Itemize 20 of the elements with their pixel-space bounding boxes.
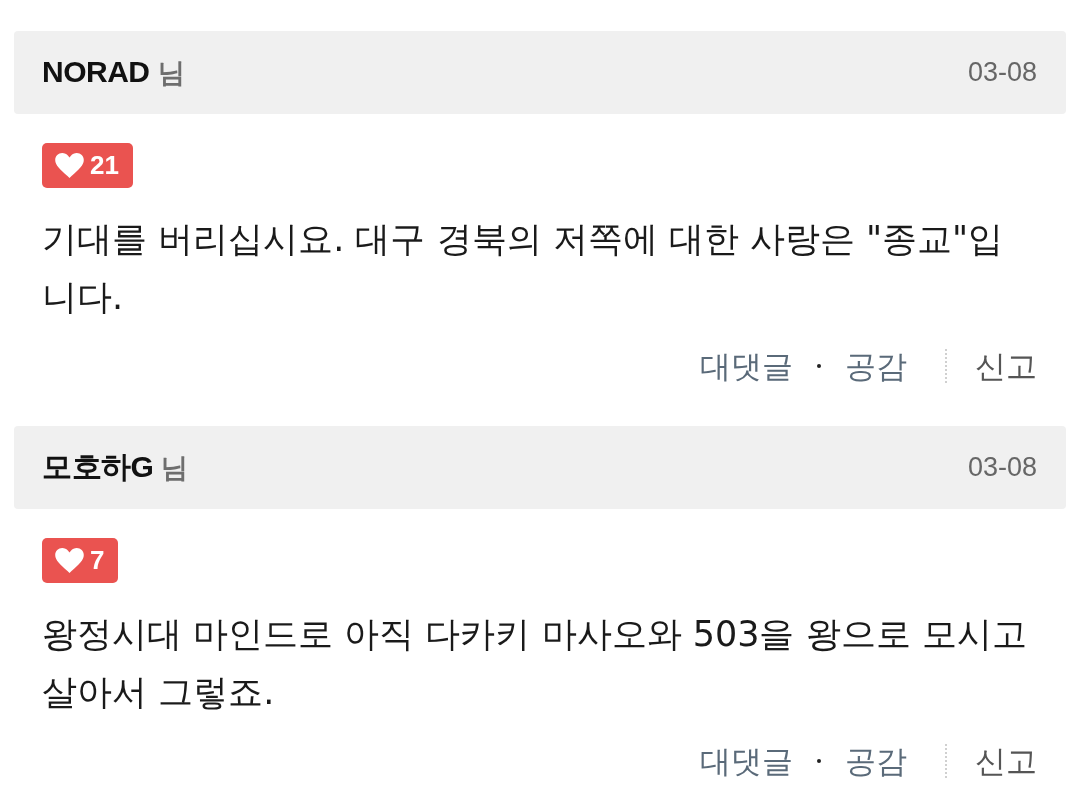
- action-link[interactable]: 신고: [975, 344, 1037, 388]
- author-name: NORAD: [42, 54, 150, 89]
- comment-date: 03-08: [967, 452, 1037, 483]
- heart-icon: [55, 153, 84, 178]
- comment-text: 왕정시대 마인드로 아직 다카키 마사오와 503을 왕으로 모시고 살아서 그렇죠.: [41, 613, 1028, 714]
- heart-icon: [55, 548, 84, 573]
- action-link[interactable]: 대댓글: [700, 739, 793, 783]
- action-link[interactable]: 공감: [845, 739, 907, 783]
- honorific-label: 님: [157, 55, 185, 90]
- comment-date: 03-08: [967, 57, 1037, 88]
- action-link[interactable]: 공감: [845, 344, 907, 388]
- honorific-label: 님: [161, 451, 189, 485]
- likes-badge: 21: [42, 143, 133, 188]
- author-name: 모호하G: [42, 449, 154, 485]
- comment-text: 기대를 버리십시요. 대구 경북의 저쪽에 대한 사랑은 "종교"입니다.: [41, 218, 1005, 319]
- dot-icon: [817, 759, 821, 763]
- action-link[interactable]: 대댓글: [700, 344, 793, 388]
- dot-icon: [817, 364, 821, 368]
- likes-badge: 7: [42, 538, 119, 583]
- action-link[interactable]: 신고: [975, 739, 1037, 783]
